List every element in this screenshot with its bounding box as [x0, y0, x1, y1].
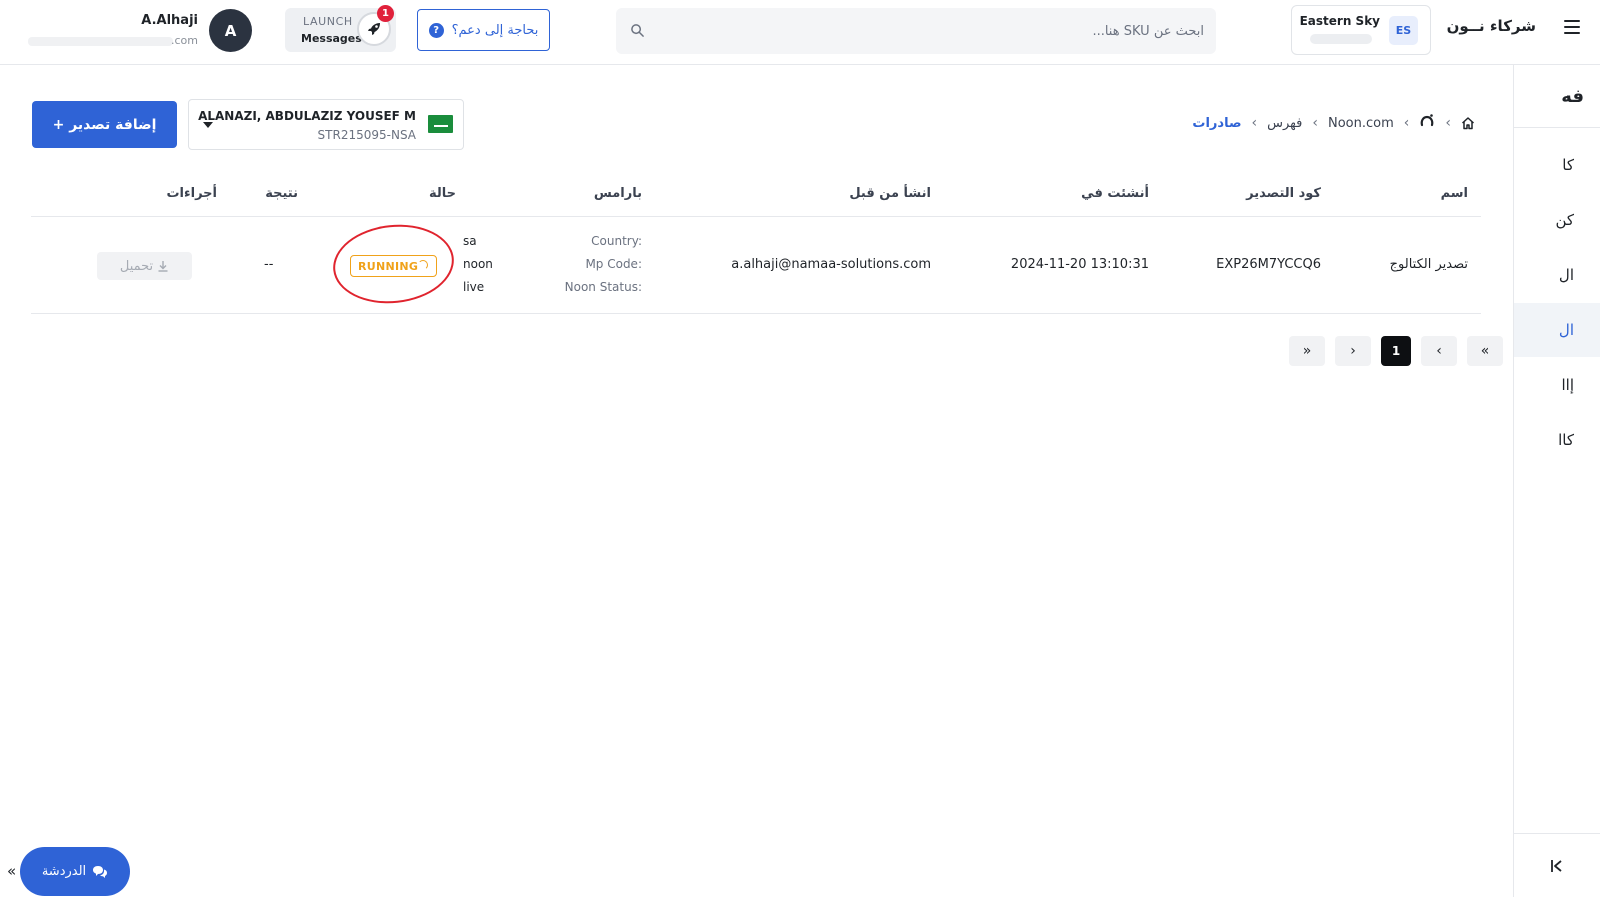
- notification-badge: 1: [377, 5, 394, 22]
- pagination-current-page[interactable]: 1: [1381, 336, 1411, 366]
- breadcrumb-exports: صادرات: [1192, 115, 1242, 131]
- table-row: تصدير الكتالوج EXP26M7YCCQ6 2024-11-20 1…: [31, 217, 1481, 314]
- download-icon: [158, 261, 168, 272]
- column-name: اسم: [1440, 186, 1468, 201]
- menu-icon[interactable]: [1564, 20, 1580, 34]
- chat-bubbles-icon: [93, 865, 108, 878]
- param-mp-code-key: Mp Code:: [585, 257, 642, 271]
- pagination-next-button[interactable]: ›: [1335, 336, 1371, 366]
- cell-created-at: 2024-11-20 13:10:31: [1010, 257, 1149, 272]
- home-icon[interactable]: [1461, 116, 1475, 130]
- user-email-tail: .com: [171, 34, 198, 47]
- collapse-sidebar-button[interactable]: [1514, 833, 1600, 897]
- status-label: RUNNING: [358, 259, 419, 273]
- column-result: نتيجة: [265, 186, 298, 201]
- column-actions: أجراءات: [166, 186, 217, 201]
- breadcrumb-catalog[interactable]: فهرس: [1267, 116, 1302, 131]
- param-noon-status-value: live: [463, 280, 485, 294]
- breadcrumb: ‹ ‹ Noon.com ‹ فهرس ‹ صادرات: [1192, 113, 1475, 133]
- breadcrumb-chevron-icon: ‹: [1312, 115, 1318, 131]
- sidebar-item-1[interactable]: كا: [1514, 138, 1600, 192]
- breadcrumb-noon[interactable]: Noon.com: [1328, 116, 1394, 131]
- sidebar-header: فه: [1514, 65, 1600, 128]
- help-button[interactable]: ? بحاجة إلى دعم؟: [417, 9, 550, 51]
- user-email: .com: [28, 34, 198, 48]
- sidebar-item-3[interactable]: ال: [1514, 248, 1600, 302]
- status-badge: RUNNING: [350, 255, 437, 277]
- launch-messages-button[interactable]: LAUNCH Messages 1: [285, 5, 396, 52]
- download-button[interactable]: تحميل: [97, 252, 192, 280]
- seller-id: STR215095-NSA: [317, 128, 416, 142]
- chat-label: الدردشة: [41, 864, 87, 879]
- column-created-at: أنشئت في: [1081, 186, 1149, 201]
- collapse-sidebar-icon: [1551, 859, 1562, 872]
- param-mp-code-value: noon: [463, 257, 493, 271]
- column-params: بارامس: [593, 186, 642, 201]
- avatar[interactable]: A: [209, 9, 252, 52]
- param-country-key: Country:: [591, 234, 642, 248]
- cell-export-code: EXP26M7YCCQ6: [1216, 257, 1321, 272]
- column-export-code: كود التصدير: [1246, 186, 1321, 201]
- user-email-redacted: [28, 37, 173, 46]
- sidebar-item-6[interactable]: كاا: [1514, 413, 1600, 467]
- param-noon-status-key: Noon Status:: [564, 280, 642, 294]
- table-header-row: اسم كود التصدير أنشئت في انشأ من قبل بار…: [31, 172, 1481, 217]
- question-icon: ?: [428, 22, 444, 38]
- cell-result: --: [264, 257, 274, 272]
- add-export-button[interactable]: + إضافة تصدير: [32, 101, 177, 148]
- brand-logo[interactable]: شركاء نــون: [1447, 17, 1536, 35]
- param-country-value: sa: [463, 234, 477, 248]
- chat-collapse-button[interactable]: «: [7, 862, 16, 880]
- exports-table: اسم كود التصدير أنشئت في انشأ من قبل بار…: [31, 172, 1481, 314]
- saudi-flag-icon: [428, 115, 453, 133]
- user-name[interactable]: A.Alhaji: [141, 13, 198, 28]
- help-label: بحاجة إلى دعم؟: [451, 22, 539, 38]
- sidebar-item-5[interactable]: إاا: [1514, 358, 1600, 412]
- noon-logo-icon[interactable]: [1419, 113, 1435, 133]
- top-header: شركاء نــون ES Eastern Sky ? بحاجة إلى د…: [0, 0, 1600, 65]
- search-icon[interactable]: [630, 23, 645, 38]
- chat-button[interactable]: الدردشة: [20, 847, 130, 896]
- store-switcher[interactable]: ES Eastern Sky: [1291, 5, 1431, 55]
- sidebar-item-2[interactable]: كن: [1514, 193, 1600, 247]
- store-subtitle-redacted: [1310, 34, 1372, 44]
- pagination: » › 1 ‹ «: [1289, 336, 1503, 366]
- cell-created-by: a.alhaji@namaa-solutions.com: [731, 257, 931, 272]
- store-badge: ES: [1389, 16, 1418, 45]
- column-status: حالة: [428, 186, 456, 201]
- breadcrumb-chevron-icon: ‹: [1251, 115, 1258, 131]
- sidebar: فه كا كن ال ال إاا كاا: [1513, 65, 1600, 897]
- launch-subtitle: Messages: [301, 32, 362, 45]
- loading-spinner-icon: [418, 260, 428, 270]
- breadcrumb-chevron-icon: ‹: [1445, 115, 1451, 131]
- breadcrumb-chevron-icon: ‹: [1403, 115, 1410, 131]
- seller-selector[interactable]: ALANAZI, ABDULAZIZ YOUSEF M STR215095-NS…: [188, 99, 464, 150]
- download-label: تحميل: [119, 258, 154, 274]
- launch-title: LAUNCH: [303, 15, 353, 28]
- column-created-by: انشأ من قبل: [849, 186, 931, 201]
- store-name: Eastern Sky: [1299, 14, 1380, 28]
- search-input[interactable]: [664, 20, 1204, 42]
- pagination-first-button[interactable]: «: [1467, 336, 1503, 366]
- cell-name: تصدير الكتالوج: [1389, 257, 1468, 272]
- pagination-prev-button[interactable]: ‹: [1421, 336, 1457, 366]
- search-bar: [616, 8, 1216, 54]
- pagination-last-button[interactable]: »: [1289, 336, 1325, 366]
- sidebar-item-4-active[interactable]: ال: [1514, 303, 1600, 357]
- seller-name: ALANAZI, ABDULAZIZ YOUSEF M: [198, 109, 416, 123]
